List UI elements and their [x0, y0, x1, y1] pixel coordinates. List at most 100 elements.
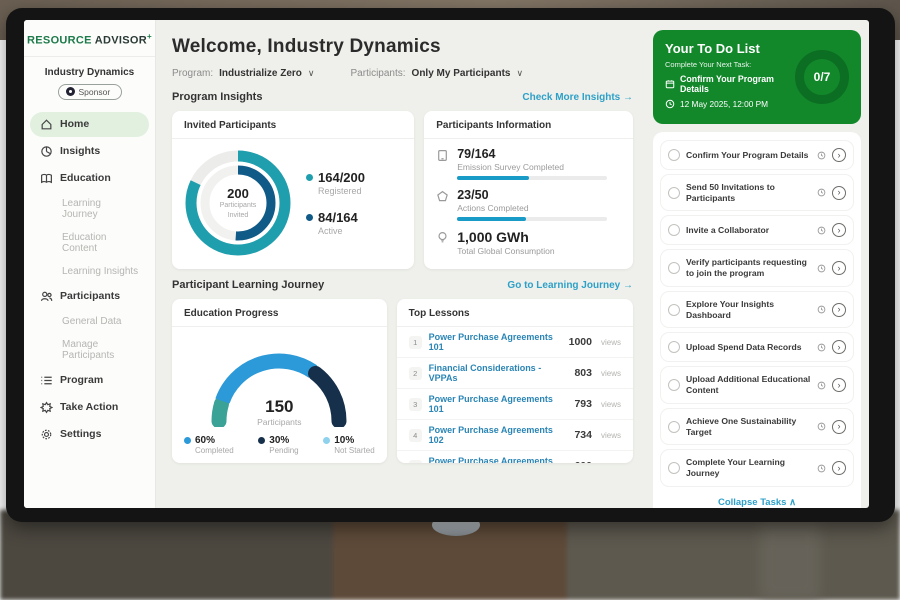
clock-icon [817, 305, 826, 314]
task-chevron-right-button[interactable]: › [832, 420, 846, 434]
go-to-learning-journey-link[interactable]: Go to Learning Journey → [507, 280, 633, 291]
task-checkbox[interactable] [668, 224, 680, 236]
participants-dropdown[interactable]: Participants: Only My Participants ∨ [351, 68, 524, 79]
task-checkbox[interactable] [668, 421, 680, 433]
task-chevron-right-button[interactable]: › [832, 223, 846, 237]
lesson-rank-badge: 2 [409, 367, 422, 380]
legend-value: 164/200 [318, 170, 365, 185]
task-checkbox[interactable] [668, 149, 680, 161]
task-chevron-right-button[interactable]: › [832, 148, 846, 162]
task-chevron-right-button[interactable]: › [832, 303, 846, 317]
sidebar-item-insights[interactable]: Insights [30, 139, 149, 164]
task-chevron-right-button[interactable]: › [832, 461, 846, 475]
sidebar-item-participants[interactable]: Participants [30, 284, 149, 309]
invited-participants-title: Invited Participants [172, 111, 414, 139]
task-row-upload-additional-educational-content[interactable]: Upload Additional Educational Content› [660, 366, 854, 403]
task-label: Send 50 Invitations to Participants [686, 182, 811, 203]
sidebar-item-home[interactable]: Home [30, 112, 149, 137]
sidebar-menu: Home Insights Education Learning Journey Edu… [24, 112, 155, 447]
sponsor-icon [66, 87, 75, 96]
sidebar-item-program[interactable]: Program [30, 368, 149, 393]
sidebar-item-education[interactable]: Education [30, 166, 149, 191]
lesson-title-link[interactable]: Power Purchase Agreements 101 [429, 394, 568, 414]
task-checkbox[interactable] [668, 262, 680, 274]
sidebar-item-settings[interactable]: Settings [30, 422, 149, 447]
lesson-row: 2Financial Considerations - VPPAs803view… [397, 358, 633, 389]
lesson-views-label: views [601, 400, 621, 409]
chevron-down-icon: ∨ [308, 68, 315, 79]
task-checkbox[interactable] [668, 187, 680, 199]
chevron-up-icon: ∧ [789, 497, 796, 508]
invited-donut-chart: 200 Participants Invited [180, 145, 296, 261]
sponsor-badge[interactable]: Sponsor [58, 84, 122, 100]
clock-icon [817, 422, 826, 431]
task-chevron-right-button[interactable]: › [832, 340, 846, 354]
stat-total-global-consumption: 1,000 GWhTotal Global Consumption [436, 229, 621, 260]
lesson-row: 4Power Purchase Agreements 102734views [397, 420, 633, 451]
task-row-achieve-one-sustainability-target[interactable]: Achieve One Sustainability Target› [660, 408, 854, 445]
sidebar-item-label: Settings [60, 428, 101, 440]
lesson-rank-badge: 5 [409, 460, 422, 464]
monitor-bezel: RESOURCE ADVISOR+ Industry Dynamics Spon… [6, 8, 895, 522]
task-checkbox[interactable] [668, 462, 680, 474]
sidebar-item-learning-insights[interactable]: Learning Insights [30, 261, 149, 282]
donut-legend-item-active: 84/164Active [306, 210, 365, 236]
sidebar-item-label: Participants [60, 290, 120, 302]
lesson-views-count: 600 [574, 460, 592, 463]
task-row-confirm-your-program-details[interactable]: Confirm Your Program Details› [660, 140, 854, 170]
lesson-title-link[interactable]: Power Purchase Agreements 103 [429, 456, 568, 463]
sidebar-item-general-data[interactable]: General Data [30, 311, 149, 332]
learning-journey-title: Participant Learning Journey [172, 279, 324, 291]
task-checkbox[interactable] [668, 304, 680, 316]
sidebar-item-label: Manage Participants [62, 339, 139, 361]
check-more-insights-link[interactable]: Check More Insights → [522, 92, 633, 103]
check-more-insights-label: Check More Insights [522, 92, 620, 103]
lesson-title-link[interactable]: Power Purchase Agreements 101 [429, 332, 562, 352]
sidebar-item-label: Home [60, 118, 89, 130]
program-dropdown[interactable]: Program: Industrialize Zero ∨ [172, 68, 315, 79]
sidebar-item-label: Education Content [62, 232, 139, 254]
participants-icon [40, 290, 53, 303]
collapse-tasks-link[interactable]: Collapse Tasks ∧ [658, 491, 856, 508]
sidebar-item-learning-journey[interactable]: Learning Journey [30, 193, 149, 225]
task-chevron-right-button[interactable]: › [832, 186, 846, 200]
sidebar-item-label: Education [60, 172, 111, 184]
task-row-complete-your-learning-journey[interactable]: Complete Your Learning Journey› [660, 449, 854, 486]
todo-tasks-list: Confirm Your Program Details› Send 50 Inv… [658, 140, 856, 487]
task-row-invite-a-collaborator[interactable]: Invite a Collaborator› [660, 215, 854, 245]
sponsor-label: Sponsor [79, 87, 111, 97]
sidebar-item-education-content[interactable]: Education Content [30, 227, 149, 259]
lesson-row: 3Power Purchase Agreements 101793views [397, 389, 633, 420]
sidebar-item-take-action[interactable]: Take Action [30, 395, 149, 420]
education-progress-card: Education Progress 150 Participants 60%C… [172, 299, 387, 463]
task-chevron-right-button[interactable]: › [832, 378, 846, 392]
sidebar-item-manage-participants[interactable]: Manage Participants [30, 334, 149, 366]
lesson-views-count: 803 [574, 367, 592, 379]
learning-cards-row: Education Progress 150 Participants 60%C… [172, 299, 633, 463]
task-checkbox[interactable] [668, 379, 680, 391]
task-row-explore-your-insights-dashboard[interactable]: Explore Your Insights Dashboard› [660, 291, 854, 328]
program-icon [40, 374, 53, 387]
gauge-center-value: 150 [194, 397, 364, 417]
lesson-title-link[interactable]: Power Purchase Agreements 102 [429, 425, 568, 445]
todo-card: Your To Do List Complete Your Next Task:… [653, 30, 861, 124]
sidebar-item-label: Learning Journey [62, 198, 139, 220]
app-logo: RESOURCE ADVISOR+ [24, 32, 155, 57]
lesson-title-link[interactable]: Financial Considerations - VPPAs [429, 363, 568, 383]
legend-value: 10% [334, 435, 354, 446]
filter-bar: Program: Industrialize Zero ∨ Participan… [172, 68, 633, 79]
task-chevron-right-button[interactable]: › [832, 261, 846, 275]
calendar-icon [665, 79, 675, 89]
todo-next-task-label: Confirm Your Program Details [680, 74, 793, 94]
right-panel: Your To Do List Complete Your Next Task:… [649, 20, 869, 508]
home-icon [40, 118, 53, 131]
task-row-send-50-invitations-to-participants[interactable]: Send 50 Invitations to Participants › [660, 174, 854, 211]
legend-label: Not Started [334, 446, 374, 455]
task-checkbox[interactable] [668, 341, 680, 353]
task-row-upload-spend-data-records[interactable]: Upload Spend Data Records› [660, 332, 854, 362]
lesson-views-count: 734 [574, 429, 592, 441]
lesson-views-label: views [601, 338, 621, 347]
task-row-verify-participants-requesting-to-join-the-program[interactable]: Verify participants requesting to join t… [660, 249, 854, 286]
participants-information-title: Participants Information [424, 111, 633, 139]
clock-icon [817, 151, 826, 160]
